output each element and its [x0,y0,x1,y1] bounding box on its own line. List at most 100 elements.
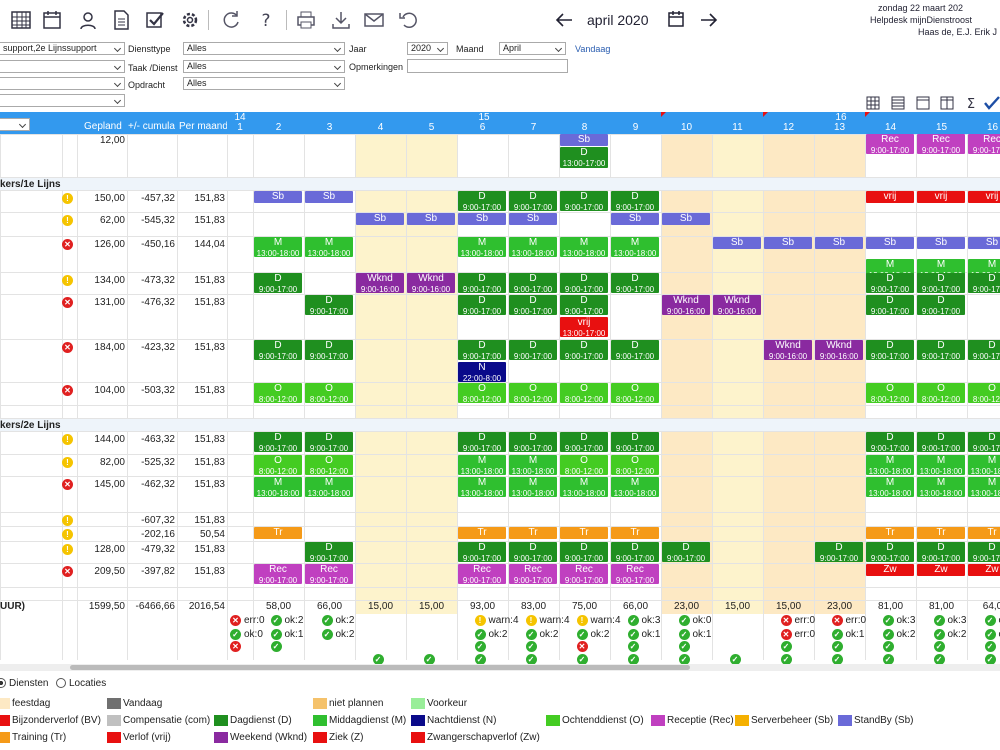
calendar-icon[interactable] [40,8,64,32]
shift-d[interactable]: D9:00-17:00 [560,542,608,562]
shift-o[interactable]: O8:00-12:00 [254,383,302,403]
download-icon[interactable] [329,8,353,32]
shift-m[interactable]: M13:00-18:00 [968,455,1000,475]
shift-d[interactable]: D9:00-17:00 [968,542,1000,562]
shift-d[interactable]: D9:00-17:00 [458,542,506,562]
day-header[interactable]: 2 [253,122,304,133]
shift-sb[interactable]: Sb [509,213,557,225]
shift-d[interactable]: D9:00-17:00 [968,273,1000,293]
day-header[interactable]: 1 [227,122,253,133]
shift-o[interactable]: O8:00-12:00 [917,383,965,403]
shift-m[interactable]: M13:00-18:00 [560,237,608,257]
shift-rec[interactable]: Rec9:00-17:00 [611,564,659,584]
split-view-icon[interactable] [940,96,954,110]
opdracht-select[interactable]: Alles [183,77,345,90]
undo-icon[interactable] [396,8,420,32]
diensttype-select[interactable]: Alles [183,42,345,55]
sum-icon[interactable]: Σ [964,96,978,112]
shift-o[interactable]: O8:00-12:00 [560,383,608,403]
shift-m[interactable]: M13:00-18:00 [458,237,506,257]
shift-d[interactable]: D9:00-17:00 [662,542,710,562]
radio-diensten[interactable] [0,678,6,688]
shift-m[interactable]: M13:00-18:00 [509,237,557,257]
shift-m[interactable]: M13:00-18:00 [968,477,1000,497]
shift-vrij[interactable]: vrij 13:00-17:00 [560,317,608,337]
shift-rec[interactable]: Rec9:00-17:00 [917,134,965,154]
shift-d[interactable]: D9:00-17:00 [917,295,965,315]
shift-d[interactable]: D9:00-17:00 [917,340,965,360]
shift-d[interactable]: D9:00-17:00 [611,432,659,452]
blank-select[interactable] [0,94,125,107]
shift-d[interactable]: D9:00-17:00 [305,432,353,452]
shift-sb[interactable]: Sb [407,213,455,225]
shift-d[interactable]: D9:00-17:00 [917,432,965,452]
shift-sb[interactable]: Sb [458,213,506,225]
radio-locaties[interactable] [56,678,66,688]
day-header[interactable]: 16 [967,122,1000,133]
shift-d[interactable]: D9:00-17:00 [560,295,608,315]
shift-d[interactable]: D9:00-17:00 [866,432,914,452]
shift-rec[interactable]: Rec9:00-17:00 [254,564,302,584]
shift-o[interactable]: O8:00-12:00 [305,383,353,403]
shift-d[interactable]: D9:00-17:00 [458,295,506,315]
shift-zw[interactable]: Zw [917,564,965,576]
day-header[interactable]: 11 [712,122,763,133]
single-view-icon[interactable] [916,96,930,110]
shift-m[interactable]: M13:00-18:00 [458,455,506,475]
shift-d[interactable]: D9:00-17:00 [458,191,506,211]
shift-rec[interactable]: Rec9:00-17:00 [866,134,914,154]
day-header[interactable]: 10 [661,122,712,133]
shift-d[interactable]: D9:00-17:00 [815,542,863,562]
shift-rec[interactable]: Rec9:00-17:00 [458,564,506,584]
check-icon[interactable] [984,96,1000,110]
shift-d[interactable]: D9:00-17:00 [305,542,353,562]
blank-select[interactable] [0,77,125,90]
shift-sb[interactable]: Sb [968,237,1000,249]
shift-o[interactable]: O8:00-12:00 [560,455,608,475]
print-icon[interactable] [294,8,318,32]
shift-sb[interactable]: Sb [815,237,863,249]
day-header[interactable]: 15 [916,122,967,133]
day-header[interactable]: 13 [814,122,865,133]
shift-d[interactable]: D9:00-17:00 [917,273,965,293]
shift-d[interactable]: D9:00-17:00 [305,340,353,360]
shift-m[interactable]: M13:00-18:00 [254,237,302,257]
calendar-grid-icon[interactable] [9,8,33,32]
shift-o[interactable]: O8:00-12:00 [305,455,353,475]
shift-sb[interactable]: Sb [611,213,659,225]
shift-rec[interactable]: Rec9:00-17:00 [305,564,353,584]
shift-tr[interactable]: Tr [968,527,1000,539]
day-header[interactable]: 3 [304,122,355,133]
shift-m[interactable]: M13:00-18:00 [509,477,557,497]
shift-d[interactable]: D9:00-17:00 [509,340,557,360]
shift-n[interactable]: N 22:00-8:00 [458,362,506,382]
shift-m[interactable]: M13:00-18:00 [917,477,965,497]
day-header[interactable]: 8 [559,122,610,133]
shift-d[interactable]: D9:00-17:00 [611,191,659,211]
shift-m[interactable]: M13:00-18:00 [866,477,914,497]
shift-d[interactable]: D9:00-17:00 [611,273,659,293]
maand-select[interactable]: April [499,42,566,55]
shift-zw[interactable]: Zw [866,564,914,576]
next-month-arrow-icon[interactable] [697,8,721,32]
shift-m[interactable]: M13:00-18:00 [305,477,353,497]
shift-m[interactable]: M13:00-18:00 [560,477,608,497]
shift-rec[interactable]: Rec9:00-17:00 [560,564,608,584]
shift-d[interactable]: D9:00-17:00 [254,273,302,293]
shift-wknd[interactable]: Wknd 9:00-16:00 [356,273,404,293]
shift-sb[interactable]: Sb [764,237,812,249]
shift-d[interactable]: D9:00-17:00 [866,542,914,562]
shift-o[interactable]: O8:00-12:00 [254,455,302,475]
day-header[interactable]: 12 [763,122,814,133]
checkbox-icon[interactable] [143,8,167,32]
shift-d[interactable]: D9:00-17:00 [560,432,608,452]
shift-wknd[interactable]: Wknd 9:00-16:00 [815,340,863,360]
shift-o[interactable]: O8:00-12:00 [968,383,1000,403]
shift-sb[interactable]: Sb [917,237,965,249]
shift-d[interactable]: D9:00-17:00 [254,340,302,360]
shift-sb[interactable]: Sb [254,191,302,203]
shift-m[interactable]: M13:00-18:00 [611,477,659,497]
blank-select[interactable] [0,60,125,73]
shift-m[interactable]: M13:00-18:00 [254,477,302,497]
mail-icon[interactable] [362,8,386,32]
